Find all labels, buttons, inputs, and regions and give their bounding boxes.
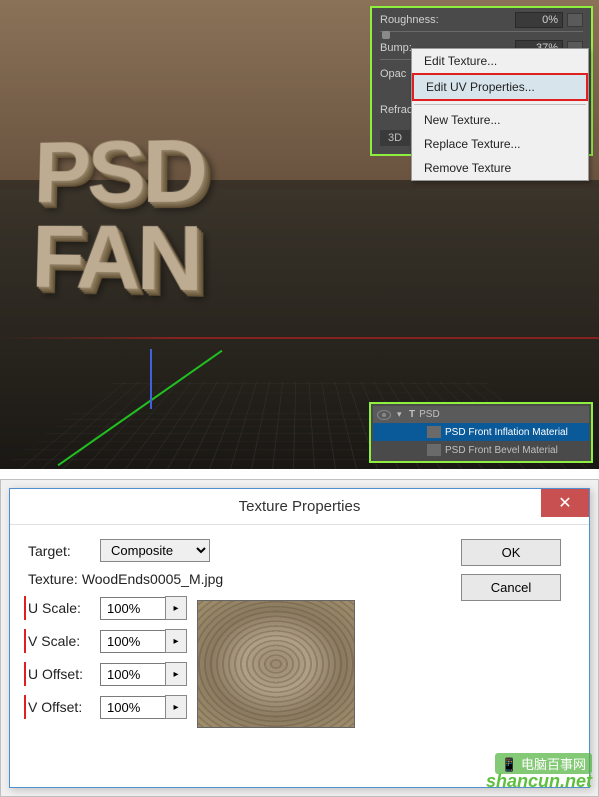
menu-remove-texture[interactable]: Remove Texture — [412, 156, 588, 180]
u-scale-flyout-icon[interactable]: ▸ — [165, 596, 187, 620]
u-offset-label: U Offset: — [28, 666, 100, 682]
texture-label: Texture: — [28, 571, 78, 587]
v-scale-label: V Scale: — [28, 633, 100, 649]
watermark-site: shancun.net — [486, 771, 592, 792]
target-select[interactable]: Composite — [100, 539, 210, 562]
t-icon: T — [409, 409, 415, 420]
u-scale-row: U Scale: ▸ — [24, 596, 187, 620]
v-scale-input[interactable] — [100, 630, 166, 653]
u-offset-row: U Offset: ▸ — [24, 662, 187, 686]
texture-preview — [197, 600, 355, 728]
menu-edit-uv-properties[interactable]: Edit UV Properties... — [412, 73, 588, 101]
layer-name: PSD Front Inflation Material — [445, 427, 568, 438]
texture-properties-dialog: Texture Properties ✕ Target: Composite T… — [9, 488, 590, 788]
roughness-slider[interactable] — [380, 31, 583, 32]
target-row: Target: Composite — [28, 539, 451, 562]
material-thumb-icon — [427, 426, 441, 438]
u-scale-input[interactable] — [100, 597, 166, 620]
z-axis — [150, 349, 152, 409]
v-offset-label: V Offset: — [28, 699, 100, 715]
v-scale-row: V Scale: ▸ — [24, 629, 187, 653]
roughness-label: Roughness: — [380, 14, 450, 26]
dialog-body: Target: Composite Texture: WoodEnds0005_… — [10, 525, 589, 742]
v-offset-input[interactable] — [100, 696, 166, 719]
texture-row: Texture: WoodEnds0005_M.jpg — [28, 571, 451, 587]
v-offset-row: V Offset: ▸ — [24, 695, 187, 719]
close-button[interactable]: ✕ — [541, 489, 589, 517]
u-offset-flyout-icon[interactable]: ▸ — [165, 662, 187, 686]
3d-tab[interactable]: 3D — [380, 130, 410, 146]
u-scale-label: U Scale: — [28, 600, 100, 616]
dialog-title: Texture Properties — [239, 498, 361, 515]
bottom-panel: Texture Properties ✕ Target: Composite T… — [0, 479, 599, 797]
3d-text-line1: PSD — [33, 130, 204, 216]
visibility-icon[interactable] — [377, 410, 391, 420]
dialog-titlebar[interactable]: Texture Properties ✕ — [10, 489, 589, 525]
layer-name: PSD Front Bevel Material — [445, 445, 558, 456]
menu-new-texture[interactable]: New Texture... — [412, 108, 588, 132]
layer-psd-parent[interactable]: ▾ T PSD — [373, 406, 589, 423]
roughness-texture-icon[interactable] — [567, 13, 583, 27]
menu-edit-texture[interactable]: Edit Texture... — [412, 49, 588, 73]
roughness-value[interactable]: 0% — [515, 12, 563, 28]
v-scale-flyout-icon[interactable]: ▸ — [165, 629, 187, 653]
menu-replace-texture[interactable]: Replace Texture... — [412, 132, 588, 156]
layer-inflation-material[interactable]: PSD Front Inflation Material — [373, 423, 589, 441]
close-icon: ✕ — [558, 493, 571, 513]
buttons-column: OK Cancel — [451, 539, 571, 728]
3d-text-object[interactable]: PSD FAN — [31, 130, 205, 305]
roughness-row: Roughness: 0% — [380, 12, 583, 28]
target-label: Target: — [28, 543, 100, 559]
cancel-button[interactable]: Cancel — [461, 574, 561, 601]
3d-text-line2: FAN — [31, 216, 205, 305]
texture-context-menu: Edit Texture... Edit UV Properties... Ne… — [411, 48, 589, 181]
expand-icon[interactable]: ▾ — [397, 409, 405, 420]
3d-viewport: PSD FAN Roughness: 0% Bump: 37% Opac Ref… — [0, 0, 599, 469]
texture-filename: WoodEnds0005_M.jpg — [82, 571, 223, 587]
x-axis — [0, 337, 599, 338]
roughness-slider-thumb[interactable] — [382, 31, 390, 39]
layer-bevel-material[interactable]: PSD Front Bevel Material — [373, 441, 589, 459]
layer-name: PSD — [419, 409, 440, 420]
u-offset-input[interactable] — [100, 663, 166, 686]
layers-panel: ▾ T PSD PSD Front Inflation Material PSD… — [369, 402, 593, 463]
v-offset-flyout-icon[interactable]: ▸ — [165, 695, 187, 719]
menu-separator — [414, 104, 586, 105]
ok-button[interactable]: OK — [461, 539, 561, 566]
material-thumb-icon — [427, 444, 441, 456]
fields-column: Target: Composite Texture: WoodEnds0005_… — [28, 539, 451, 728]
